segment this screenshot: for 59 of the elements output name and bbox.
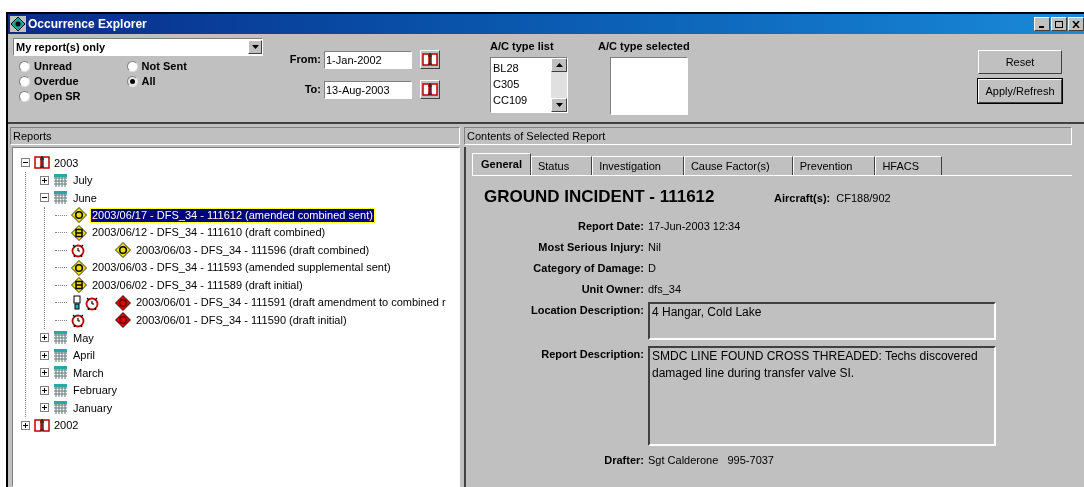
from-date-field[interactable]: 1-Jan-2002 bbox=[324, 50, 412, 69]
report-tree-item[interactable]: 2003/06/03 - DFS_34 - 111593 (amended supplemental sent) bbox=[91, 261, 392, 275]
description-box[interactable]: SMDC LINE FOUND CROSS THREADED: Techs discovered damaged line during transfer valve SI. bbox=[648, 345, 996, 446]
reset-button[interactable]: Reset bbox=[978, 50, 1062, 74]
filter-radio[interactable]: Open SR bbox=[19, 89, 113, 104]
ac-type-list-item[interactable]: C305 bbox=[493, 75, 551, 92]
report-tree-item[interactable]: 2003/06/02 - DFS_34 - 111589 (draft initial) bbox=[91, 278, 304, 292]
window-title: Occurrence Explorer bbox=[28, 16, 147, 33]
field-label: Category of Damage: bbox=[532, 260, 644, 275]
date-label: From: bbox=[288, 52, 321, 68]
filter-radio[interactable]: Not Sent bbox=[126, 59, 219, 74]
date-label: To: bbox=[303, 82, 321, 98]
field-value: dfs_34 bbox=[648, 281, 682, 296]
year-tree-item[interactable]: 2003 bbox=[54, 154, 79, 171]
field-label: Most Serious Injury: bbox=[537, 239, 644, 254]
month-tree-item[interactable]: June bbox=[73, 189, 97, 206]
report-tab[interactable]: HFACS bbox=[875, 156, 943, 175]
month-tree-item[interactable]: March bbox=[73, 364, 104, 381]
report-scope-dropdown[interactable]: My report(s) only bbox=[13, 38, 263, 56]
field-value: 17-Jun-2003 12:34 bbox=[648, 218, 741, 233]
report-tree-item[interactable]: 2003/06/12 - DFS_34 - 111610 (draft combined) bbox=[91, 226, 327, 240]
month-tree-item[interactable]: May bbox=[73, 329, 94, 346]
field-value: Nil bbox=[648, 239, 661, 254]
field-value: D bbox=[648, 260, 656, 275]
panel-header: Contents of Selected Report bbox=[464, 127, 1072, 145]
report-tab[interactable]: Status bbox=[530, 156, 593, 175]
report-tab[interactable]: Cause Factor(s) bbox=[683, 156, 793, 175]
filter-radio[interactable]: All bbox=[126, 74, 219, 89]
list-label: A/C type list bbox=[490, 39, 555, 54]
field-label: Location Description: bbox=[529, 302, 644, 317]
description-box[interactable]: 4 Hangar, Cold Lake bbox=[648, 301, 996, 340]
report-tree-item[interactable]: 2003/06/17 - DFS_34 - 111612 (amended combined sent) bbox=[91, 208, 374, 222]
month-tree-item[interactable]: January bbox=[73, 399, 113, 416]
month-tree-item[interactable]: February bbox=[73, 382, 118, 399]
to-date-field[interactable]: 13-Aug-2003 bbox=[324, 80, 412, 99]
report-tree-item[interactable]: 2003/06/01 - DFS_34 - 111591 (draft amendment to combined r bbox=[135, 296, 447, 310]
field-label: Unit Owner: bbox=[580, 281, 644, 296]
field-label: Drafter: bbox=[603, 452, 644, 467]
ac-type-list-item[interactable]: CC109 bbox=[493, 91, 551, 108]
report-tree-item[interactable]: 2003/06/03 - DFS_34 - 111596 (draft combined) bbox=[135, 243, 371, 257]
field-value: Sgt Calderone 995-7037 bbox=[648, 452, 774, 467]
field-label: Report Date: bbox=[577, 218, 644, 233]
panel-header: Reports bbox=[10, 127, 460, 145]
month-tree-item[interactable]: July bbox=[73, 172, 93, 189]
report-tab[interactable]: Prevention bbox=[792, 156, 876, 175]
list-label: A/C type selected bbox=[598, 39, 690, 54]
apply-refresh-button[interactable]: Apply/Refresh bbox=[978, 79, 1062, 103]
filter-radio[interactable]: Overdue bbox=[19, 74, 113, 89]
report-tab[interactable]: General bbox=[472, 153, 531, 175]
year-tree-item[interactable]: 2002 bbox=[54, 417, 79, 434]
report-tree-item[interactable]: 2003/06/01 - DFS_34 - 111590 (draft initial) bbox=[135, 313, 348, 327]
field-value: CF188/902 bbox=[836, 191, 891, 206]
ac-type-list-item[interactable]: BL28 bbox=[493, 59, 551, 76]
month-tree-item[interactable]: April bbox=[73, 347, 95, 364]
field-label: Report Description: bbox=[540, 346, 644, 361]
field-label: Aircraft(s): bbox=[774, 191, 831, 206]
report-heading: GROUND INCIDENT - 111612 bbox=[484, 186, 716, 208]
report-tab[interactable]: Investigation bbox=[592, 156, 684, 175]
filter-radio[interactable]: Unread bbox=[19, 59, 113, 74]
